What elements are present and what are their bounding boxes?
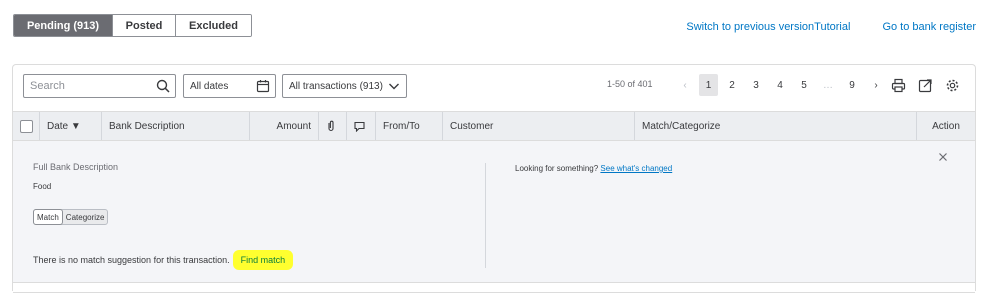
print-icon[interactable] [891, 78, 906, 93]
header-customer: Customer [443, 112, 635, 140]
page-2-button[interactable]: 2 [720, 74, 744, 96]
date-filter-label: All dates [190, 81, 229, 92]
header-amount: Amount [250, 112, 319, 140]
close-icon[interactable] [938, 152, 948, 162]
filter-row: Search All dates All transactions (913) … [13, 65, 975, 111]
search-icon[interactable] [156, 79, 170, 93]
match-toggle-button[interactable]: Match [33, 209, 63, 225]
page-3-button[interactable]: 3 [744, 74, 768, 96]
transaction-tabs: Pending (913) Posted Excluded [13, 14, 252, 37]
gear-icon[interactable] [945, 78, 960, 93]
transaction-type-label: All transactions (913) [289, 81, 383, 92]
no-match-text: There is no match suggestion for this tr… [33, 255, 230, 265]
match-categorize-toggle: Match Categorize [33, 209, 109, 225]
transaction-type-select[interactable]: All transactions (913) [282, 74, 407, 98]
full-description-label: Full Bank Description [33, 162, 119, 172]
next-page-button[interactable]: › [864, 74, 888, 96]
prev-page-button[interactable]: ‹ [673, 74, 697, 96]
expanded-transaction-detail: Full Bank Description Food Match Categor… [13, 141, 975, 283]
page-1-button[interactable]: 1 [699, 74, 718, 96]
page-ellipsis: … [823, 79, 833, 91]
page-5-button[interactable]: 5 [792, 74, 816, 96]
categorize-toggle-button[interactable]: Categorize [63, 210, 108, 224]
attachment-icon [319, 112, 347, 140]
header-date[interactable]: Date ▼ [40, 112, 102, 140]
whats-changed-block: Looking for something? See what's change… [515, 164, 672, 173]
page-9-button[interactable]: 9 [840, 74, 864, 96]
next-table-row [13, 283, 975, 293]
header-match-categorize: Match/Categorize [635, 112, 917, 140]
tab-posted[interactable]: Posted [113, 15, 176, 36]
search-input[interactable]: Search [23, 74, 176, 98]
page-4-button[interactable]: 4 [768, 74, 792, 96]
chevron-down-icon [389, 83, 399, 90]
tab-pending[interactable]: Pending (913) [14, 15, 113, 36]
header-bank-description: Bank Description [102, 112, 250, 140]
header-action: Action [932, 120, 960, 132]
full-description-block: Full Bank Description Food [33, 162, 118, 191]
calendar-icon [256, 80, 270, 93]
no-match-message: There is no match suggestion for this tr… [33, 250, 294, 270]
table-header: Date ▼ Bank Description Amount From/To C… [13, 111, 975, 141]
detail-divider [485, 163, 486, 268]
whats-changed-link[interactable]: See what's changed [600, 164, 672, 173]
page-count: 1-50 of 401 [607, 79, 653, 89]
switch-version-link[interactable]: Switch to previous versionTutorial [686, 21, 850, 33]
memo-icon [347, 112, 376, 140]
table-tools [891, 78, 960, 93]
date-filter[interactable]: All dates [183, 74, 276, 98]
top-links: Switch to previous versionTutorial Go to… [686, 21, 976, 33]
transactions-panel: Search All dates All transactions (913) … [12, 64, 976, 293]
top-bar: Pending (913) Posted Excluded Switch to … [0, 0, 998, 60]
tab-excluded[interactable]: Excluded [176, 15, 251, 36]
select-all-checkbox[interactable] [20, 119, 33, 133]
select-all-cell [13, 112, 40, 140]
export-icon[interactable] [918, 78, 933, 93]
search-placeholder: Search [30, 80, 65, 92]
pagination: ‹ 1 2 3 4 5 … 9 › [673, 74, 888, 96]
looking-text: Looking for something? [515, 164, 599, 173]
header-from-to: From/To [376, 112, 443, 140]
bank-register-link[interactable]: Go to bank register [882, 21, 976, 33]
find-match-link[interactable]: Find match [232, 250, 294, 270]
full-description-value: Food [33, 182, 52, 191]
